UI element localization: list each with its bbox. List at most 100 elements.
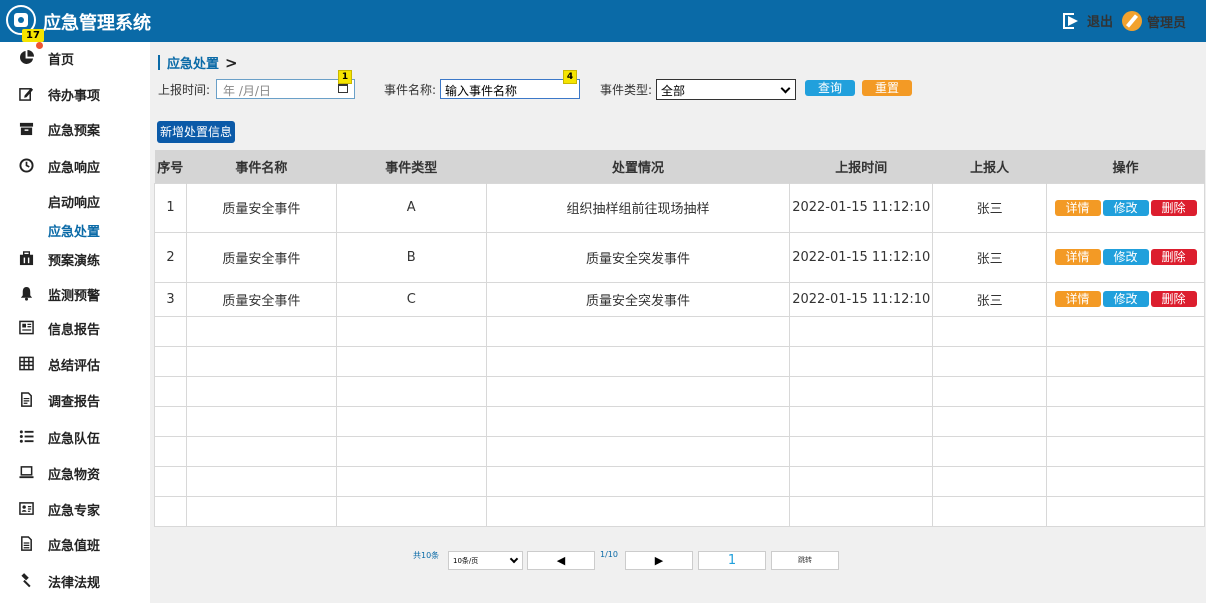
reporter-cell: 张三 [932,281,1048,317]
empty-row [154,495,1205,527]
sidebar-item-label: 首页 [48,53,75,68]
sidebar-item-investigation[interactable]: 调查报告 [0,385,150,413]
sidebar-item-label: 法律法规 [48,576,101,591]
prev-page-button[interactable]: ◀ [527,551,595,570]
sidebar-item-label: 应急响应 [48,161,101,176]
edit-button[interactable]: 修改 [1102,291,1149,307]
delete-button[interactable]: 删除 [1150,249,1197,265]
event-name-label: 事件名称: [384,83,437,97]
status-cell: 质量安全突发事件 [485,281,791,317]
actions-cell: 详情 修改 删除 [1046,182,1205,233]
table-row: 3 质量安全事件 C 质量安全突发事件 2022-01-15 11:12:10 … [154,281,1205,317]
column-header: 处置情况 [486,150,791,183]
event-type-select[interactable]: 全部 [656,79,796,100]
breadcrumb-current[interactable]: 应急处置 [167,53,219,72]
chevron-down-icon [509,554,519,564]
chevron-down-icon [780,83,791,94]
top-bar: 应急管理系统 [0,0,1206,42]
user-menu[interactable]: 管理员 [1122,11,1186,31]
table-icon [18,355,34,371]
sidebar-item-drill[interactable]: 预案演练 [0,244,150,272]
add-disposal-button[interactable]: 新增处置信息 [157,121,235,143]
status-cell: 组织抽样组前往现场抽样 [485,182,791,233]
edit-icon [18,85,34,101]
laptop-icon [18,464,34,480]
sidebar-item-team[interactable]: 应急队伍 [0,422,150,450]
empty-row [154,345,1205,377]
user-avatar-icon [1122,11,1142,31]
column-header: 事件名称 [186,150,337,183]
sidebar-item-evaluation[interactable]: 总结评估 [0,349,150,377]
event-name-input[interactable]: 输入事件名称 [440,79,580,99]
edit-button[interactable]: 修改 [1102,199,1149,216]
table-row: 1 质量安全事件 A 组织抽样组前往现场抽样 2022-01-15 11:12:… [154,182,1205,233]
actions-cell: 详情 修改 删除 [1046,231,1205,283]
page-number-input[interactable]: 1 [698,551,766,570]
sidebar-item-label: 待办事项 [48,89,101,104]
file-text-icon [18,535,34,551]
sidebar-item-experts[interactable]: 应急专家 [0,494,150,522]
query-button[interactable]: 查询 [805,80,855,96]
report-date-input[interactable]: 年 /月/日 [216,79,355,99]
sidebar-item-label: 总结评估 [48,359,101,374]
column-header: 上报人 [932,150,1048,183]
sidebar-item-materials[interactable]: 应急物资 [0,458,150,486]
breadcrumb-separator: > [225,53,238,72]
newspaper-icon [18,319,34,335]
delete-button[interactable]: 删除 [1150,199,1197,216]
page-count: 1/10 [600,550,618,559]
logout-button[interactable]: 退出 [1063,11,1113,30]
sidebar-item-label: 应急处置 [48,225,101,240]
sidebar-item-label: 应急物资 [48,468,101,483]
sidebar-item-label: 应急预案 [48,124,101,139]
sidebar-item-laws[interactable]: 法律法规 [0,566,150,594]
sidebar-item-response[interactable]: 应急响应 [0,151,150,179]
sidebar-subitem-disposal[interactable]: 应急处置 [0,219,150,241]
document-icon [18,391,34,407]
notification-dot [36,42,43,49]
empty-row [154,465,1205,497]
delete-button[interactable]: 删除 [1150,291,1197,307]
event-type-cell: C [335,281,487,317]
gavel-icon [18,572,34,588]
sidebar-item-label: 预案演练 [48,254,101,269]
reset-button[interactable]: 重置 [862,80,912,96]
sidebar-item-label: 调查报告 [48,395,101,410]
next-page-button[interactable]: ▶ [625,551,693,570]
logout-icon [1063,12,1081,30]
jump-button[interactable]: 跳转 [771,551,839,570]
detail-button[interactable]: 详情 [1054,199,1101,216]
empty-row [154,315,1205,347]
event-type-cell: A [335,182,487,233]
edit-button[interactable]: 修改 [1102,249,1149,265]
reporter-cell: 张三 [932,231,1048,283]
sidebar-item-label: 应急专家 [48,504,101,519]
empty-row [154,405,1205,437]
sidebar-item-plan[interactable]: 应急预案 [0,114,150,142]
id-card-icon [18,500,34,516]
column-header: 事件类型 [336,150,487,183]
sidebar-subitem-start-response[interactable]: 启动响应 [0,190,150,212]
detail-button[interactable]: 详情 [1054,291,1101,307]
column-header: 序号 [154,150,187,183]
calendar-icon[interactable] [338,84,348,93]
sidebar-item-duty[interactable]: 应急值班 [0,529,150,557]
breadcrumb: 应急处置 > [158,53,238,72]
clock-icon [18,157,34,173]
sidebar-item-warning[interactable]: 监测预警 [0,279,150,307]
reporter-cell: 张三 [932,182,1048,233]
bell-icon [18,285,34,301]
empty-row [154,375,1205,407]
actions-cell: 详情 修改 删除 [1046,281,1205,317]
row-number: 1 [154,182,187,233]
app-title: 应急管理系统 [43,13,151,34]
row-number: 2 [154,231,187,283]
sidebar-item-home[interactable]: 首页 [0,43,150,71]
report-time-label: 上报时间: [158,83,211,97]
detail-button[interactable]: 详情 [1054,249,1101,265]
sidebar-item-label: 应急值班 [48,539,101,554]
sidebar-item-info-report[interactable]: 信息报告 [0,313,150,341]
event-name-cell: 质量安全事件 [185,281,337,317]
sidebar-item-todo[interactable]: 待办事项 [0,79,150,107]
page-size-select[interactable]: 10条/页 [448,551,523,570]
